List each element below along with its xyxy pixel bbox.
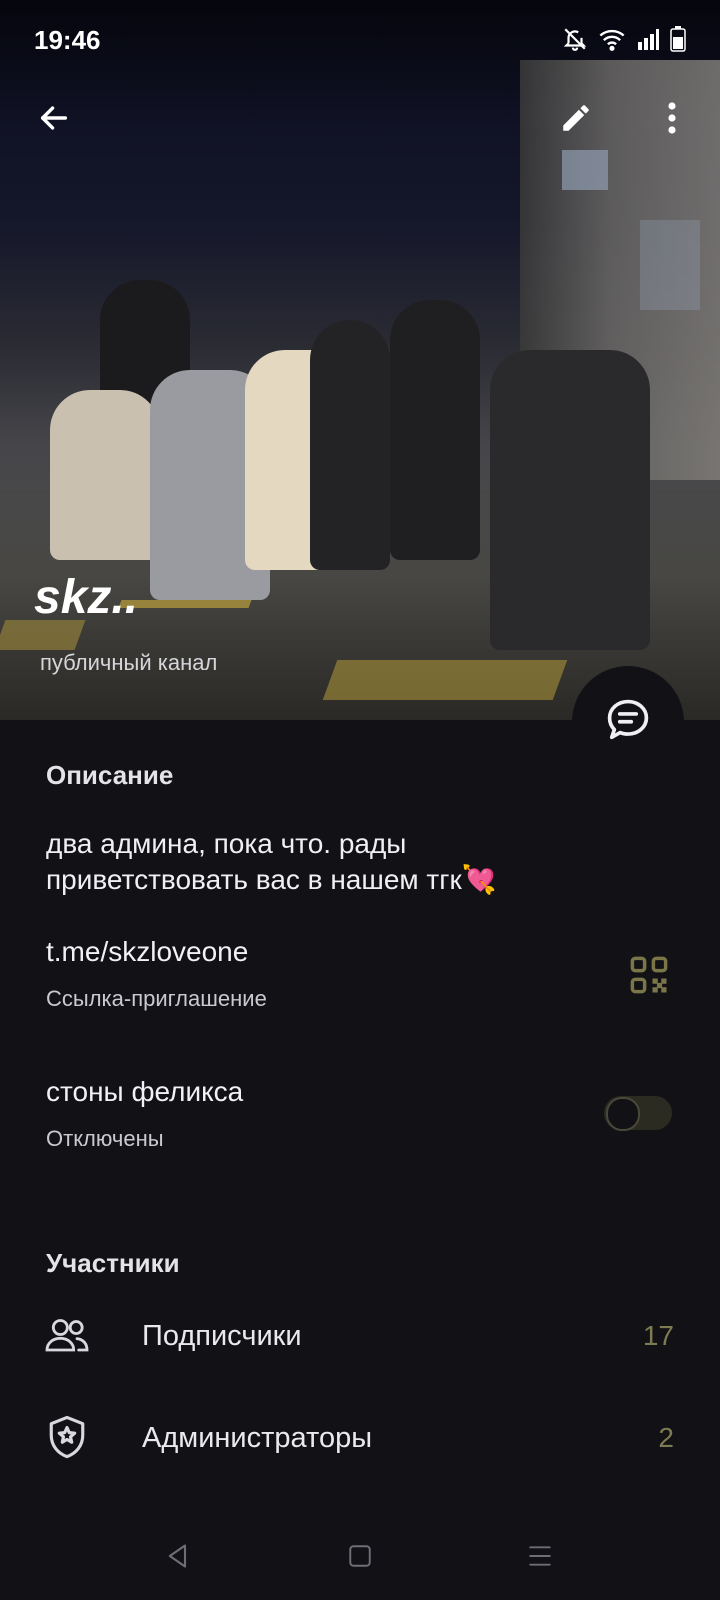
wifi-icon	[598, 27, 626, 56]
edit-button[interactable]	[548, 92, 604, 148]
notifications-toggle[interactable]	[604, 1096, 672, 1131]
administrators-label: Администраторы	[142, 1422, 373, 1454]
more-button[interactable]	[644, 92, 700, 148]
status-bar: 19:46	[0, 0, 720, 80]
notifications-title: стоны феликса	[46, 1076, 244, 1107]
discussion-button[interactable]	[572, 666, 684, 778]
back-button[interactable]	[26, 92, 82, 148]
pencil-icon	[559, 101, 593, 140]
subscribers-count: 17	[642, 1320, 674, 1351]
channel-subtitle: публичный канал	[40, 650, 218, 675]
participants-title: Участники	[46, 1248, 180, 1278]
description-title: Описание	[46, 760, 174, 790]
home-square-icon[interactable]	[340, 1536, 380, 1576]
subscribers-label: Подписчики	[142, 1320, 302, 1352]
system-nav-bar	[0, 1500, 720, 1600]
invite-link-url[interactable]: t.me/skzloveone	[46, 936, 248, 968]
bell-off-icon	[562, 26, 588, 57]
people-icon	[42, 1310, 92, 1360]
shield-star-icon	[42, 1412, 92, 1462]
chat-bubble-icon	[602, 694, 654, 751]
signal-icon	[636, 28, 660, 55]
channel-header-photo: 19:46 skz.. публичный канал	[0, 0, 720, 720]
toggle-knob	[606, 1097, 640, 1131]
channel-title: skz..	[34, 571, 139, 624]
menu-lines-icon[interactable]	[520, 1536, 560, 1576]
notifications-state: Отключены	[46, 1126, 164, 1151]
qr-code-icon[interactable]	[628, 954, 672, 998]
description-text: два админа, пока что. рады приветствоват…	[46, 828, 497, 895]
more-vertical-icon	[667, 101, 677, 140]
administrators-count: 2	[658, 1422, 674, 1453]
battery-icon	[670, 26, 686, 57]
invite-link-label: Ссылка-приглашение	[46, 986, 267, 1011]
status-time: 19:46	[34, 25, 101, 55]
back-triangle-icon[interactable]	[158, 1536, 198, 1576]
arrow-left-icon	[37, 101, 71, 140]
